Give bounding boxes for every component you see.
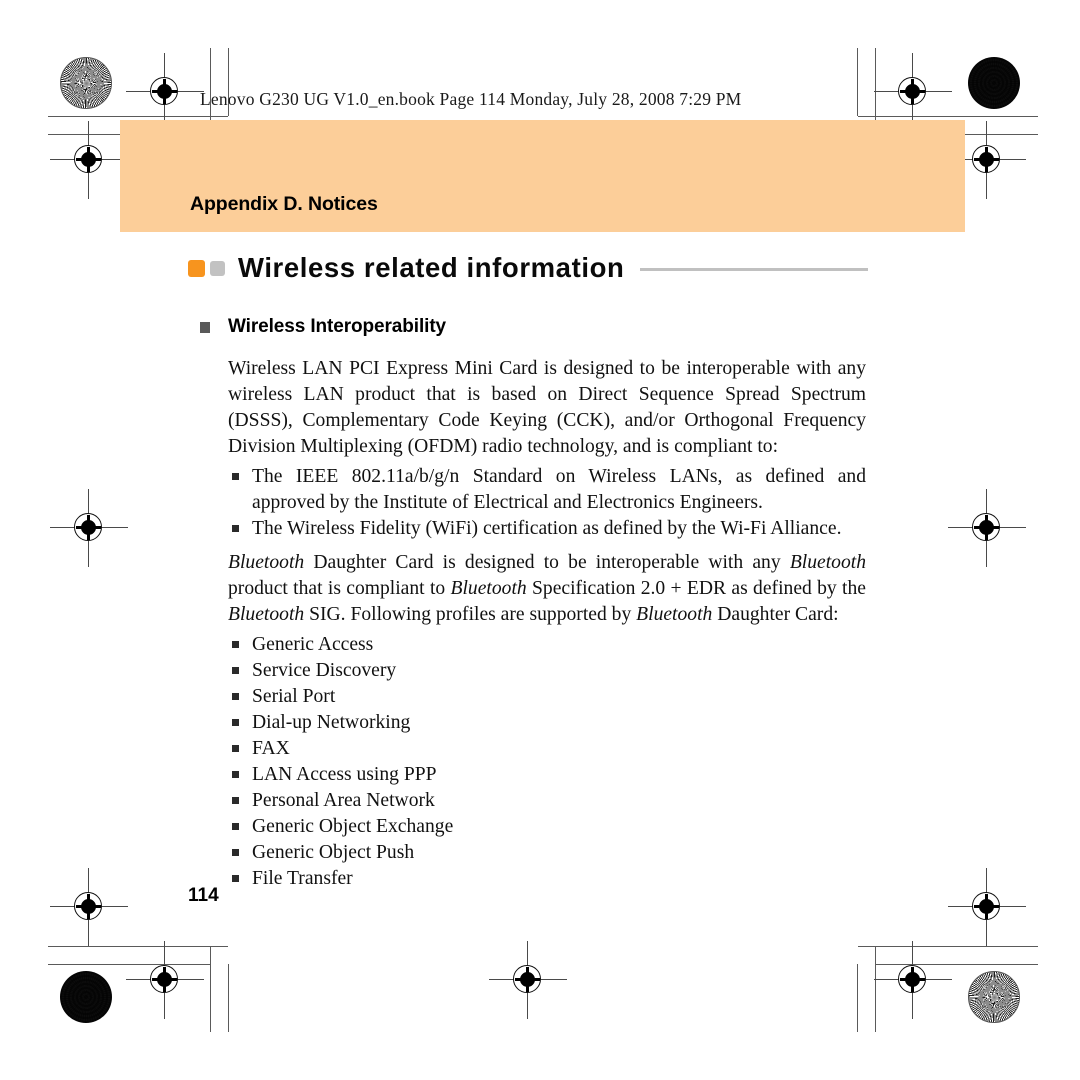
chapter-title: Wireless related information xyxy=(238,252,625,283)
square-bullet-icon xyxy=(232,875,239,882)
bluetooth-text-2: Daughter Card is designed to be interope… xyxy=(304,552,790,573)
list-item: File Transfer xyxy=(228,866,866,892)
list-item: The Wireless Fidelity (WiFi) certificati… xyxy=(228,516,866,542)
square-bullet-icon xyxy=(232,745,239,752)
crop-line-top-right-v2 xyxy=(857,48,858,116)
list-item: Personal Area Network xyxy=(228,788,866,814)
bluetooth-italic-9: Bluetooth xyxy=(636,604,713,625)
list-item-text: Serial Port xyxy=(252,686,336,707)
bluetooth-italic-5: Bluetooth xyxy=(450,578,527,599)
body-content: Wireless LAN PCI Express Mini Card is de… xyxy=(228,356,866,892)
square-bullet-icon xyxy=(232,641,239,648)
square-bullet-icon xyxy=(232,525,239,532)
section-heading-row: Wireless Interoperability xyxy=(200,316,446,338)
list-item-text: Service Discovery xyxy=(252,660,397,681)
list-item-text: Personal Area Network xyxy=(252,790,435,811)
list-item: Dial-up Networking xyxy=(228,710,866,736)
chapter-title-row: Wireless related information xyxy=(188,252,868,284)
paragraph-interoperability: Wireless LAN PCI Express Mini Card is de… xyxy=(228,358,866,457)
registration-mark-left-upper xyxy=(50,121,128,199)
list-item: LAN Access using PPP xyxy=(228,762,866,788)
square-bullet-icon xyxy=(232,849,239,856)
bluetooth-text-10: Daughter Card: xyxy=(712,604,839,625)
bluetooth-italic-1: Bluetooth xyxy=(228,552,305,573)
registration-mark-right-lower xyxy=(948,868,1026,946)
list-item: Generic Access xyxy=(228,632,866,658)
starburst-calibration-patch-top-left xyxy=(60,57,112,109)
list-item-text: The Wireless Fidelity (WiFi) certificati… xyxy=(252,518,842,539)
density-calibration-patch-bottom-left xyxy=(60,971,112,1023)
starburst-calibration-patch-bottom-right xyxy=(968,971,1020,1023)
square-bullet-icon xyxy=(232,797,239,804)
list-item: Generic Object Exchange xyxy=(228,814,866,840)
list-item: The IEEE 802.11a/b/g/n Standard on Wirel… xyxy=(228,464,866,516)
list-item-text: Generic Object Push xyxy=(252,842,415,863)
square-marker-icon xyxy=(200,321,210,333)
square-bullet-icon xyxy=(232,771,239,778)
list-item: Generic Object Push xyxy=(228,840,866,866)
list-item-text: LAN Access using PPP xyxy=(252,764,437,785)
crop-line-bottom-left-v xyxy=(210,946,211,1032)
bluetooth-text-8: SIG. Following profiles are supported by xyxy=(304,604,637,625)
registration-mark-left-lower xyxy=(50,868,128,946)
list-item-text: FAX xyxy=(252,738,290,759)
paragraph-bluetooth: Bluetooth Daughter Card is designed to b… xyxy=(228,550,866,628)
bluetooth-text-4: product that is compliant to xyxy=(228,578,451,599)
crop-line-bottom-left-v2 xyxy=(228,964,229,1032)
orange-square-icon xyxy=(188,259,205,277)
section-heading: Wireless Interoperability xyxy=(228,316,447,337)
list-item-text: Dial-up Networking xyxy=(252,712,411,733)
list-item: FAX xyxy=(228,736,866,762)
list-item-text: Generic Object Exchange xyxy=(252,816,454,837)
registration-mark-bottom-left xyxy=(126,941,204,1019)
list-item-text: Generic Access xyxy=(252,634,374,655)
crop-line-bottom-right-v2 xyxy=(857,964,858,1032)
registration-mark-bottom-right xyxy=(874,941,952,1019)
list-item: Serial Port xyxy=(228,684,866,710)
page-number: 114 xyxy=(188,885,219,906)
bluetooth-text-6: Specification 2.0 + EDR as defined by th… xyxy=(526,578,866,599)
square-bullet-icon xyxy=(232,667,239,674)
square-bullet-icon xyxy=(232,473,239,480)
title-rule-divider xyxy=(640,268,868,271)
list-item: Service Discovery xyxy=(228,658,866,684)
registration-mark-bottom-center xyxy=(489,941,567,1019)
density-calibration-patch-top-right xyxy=(968,57,1020,109)
bluetooth-italic-3: Bluetooth xyxy=(789,552,866,573)
book-header-line: Lenovo G230 UG V1.0_en.book Page 114 Mon… xyxy=(200,89,742,109)
bluetooth-italic-7: Bluetooth xyxy=(228,604,305,625)
document-page: Lenovo G230 UG V1.0_en.book Page 114 Mon… xyxy=(0,0,1080,1080)
list-item-text: The IEEE 802.11a/b/g/n Standard on Wirel… xyxy=(252,466,866,513)
registration-mark-right-middle xyxy=(948,489,1026,567)
list-item-text: File Transfer xyxy=(252,868,353,889)
gray-square-icon xyxy=(210,260,225,276)
square-bullet-icon xyxy=(232,823,239,830)
square-bullet-icon xyxy=(232,719,239,726)
appendix-banner-title: Appendix D. Notices xyxy=(190,193,378,215)
bluetooth-profiles-list: Generic Access Service Discovery Serial … xyxy=(228,632,866,892)
standards-bullet-list: The IEEE 802.11a/b/g/n Standard on Wirel… xyxy=(228,464,866,542)
appendix-banner: Appendix D. Notices xyxy=(120,120,965,232)
registration-mark-left-middle xyxy=(50,489,128,567)
square-bullet-icon xyxy=(232,693,239,700)
